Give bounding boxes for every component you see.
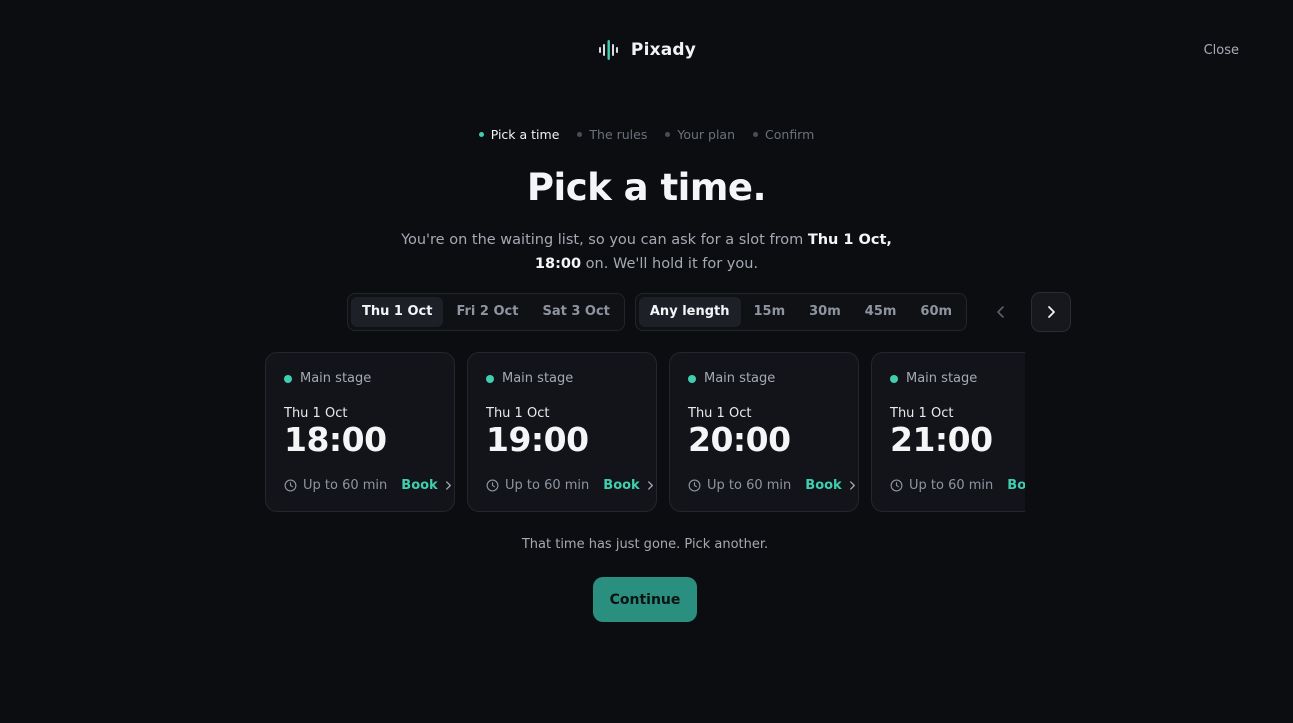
page-title: Pick a time. [526,166,767,209]
book-button[interactable]: Book [401,478,452,493]
slot-stage: Main stage [890,371,1025,386]
slot-stage: Main stage [284,371,436,386]
previous-slots-button[interactable] [981,292,1021,332]
step-label: The rules [589,127,648,142]
slot-time: 21:00 [890,420,993,459]
chevron-left-icon [997,306,1004,318]
stage-dot-icon [890,374,898,383]
clock-icon [284,479,297,492]
slot-duration: Up to 60 min [909,478,994,493]
slot-footer: Up to 60 min Book [284,478,451,493]
page-subtitle: You're on the waiting list, so you can a… [380,228,913,276]
subtitle-date: Thu 1 Oct, [807,232,892,248]
step-the-rules: The rules [577,127,647,142]
slot-date: Thu 1 Oct [486,406,550,421]
stage-dot-icon [688,374,696,383]
step-your-plan: Your plan [665,127,735,142]
book-button[interactable]: Book [805,478,856,493]
length-option-45m[interactable]: 45m [854,297,908,327]
slot-card[interactable]: Main stage Thu 1 Oct 19:00 Up to 60 min … [467,352,657,512]
length-option-15m[interactable]: 15m [743,297,797,327]
slot-footer: Up to 60 min Book [688,478,855,493]
slot-stage: Main stage [486,371,638,386]
slot-card[interactable]: Main stage Thu 1 Oct 20:00 Up to 60 min … [669,352,859,512]
error-message: That time has just gone. Pick another. [521,537,769,552]
stage-label: Main stage [906,371,978,386]
chevron-right-icon [1048,306,1055,318]
brand: Pixady [0,38,1293,62]
step-label: Confirm [765,127,815,142]
slot-time: 18:00 [284,420,387,459]
slot-carousel[interactable]: Main stage Thu 1 Oct 18:00 Up to 60 min … [265,352,1025,512]
slot-card[interactable]: Main stage Thu 1 Oct 18:00 Up to 60 min … [265,352,455,512]
step-pick-a-time: Pick a time [478,127,560,142]
step-confirm: Confirm [753,127,814,142]
step-dot [478,132,484,137]
booking-page: Pixady Close Pick a time The rules Your … [0,0,1293,723]
clock-icon [486,479,499,492]
step-dot [665,132,671,137]
clock-icon [688,479,701,492]
next-slots-button[interactable] [1031,292,1072,332]
chevron-right-icon [849,481,855,490]
stage-label: Main stage [704,371,776,386]
book-label: Book [1007,478,1025,493]
subtitle-time: 18:00 [534,256,582,272]
length-option-30m[interactable]: 30m [798,297,852,327]
brand-name: Pixady [630,40,697,60]
length-selector: Any length 15m 30m 45m 60m [634,293,968,331]
slot-footer: Up to 60 min Book [890,478,1025,493]
slot-stage: Main stage [688,371,840,386]
step-dot [577,132,583,137]
slot-card[interactable]: Main stage Thu 1 Oct 21:00 Up to 60 min … [871,352,1025,512]
chevron-right-icon [647,481,653,490]
step-label: Your plan [677,127,736,142]
stepper: Pick a time The rules Your plan Confirm [0,127,1293,142]
slot-date: Thu 1 Oct [890,406,954,421]
stage-label: Main stage [502,371,574,386]
slot-list: Main stage Thu 1 Oct 18:00 Up to 60 min … [265,352,1025,512]
stage-dot-icon [284,374,292,383]
book-button[interactable]: Book [603,478,654,493]
length-option-any[interactable]: Any length [638,297,741,327]
slot-duration: Up to 60 min [303,478,388,493]
slot-date: Thu 1 Oct [284,406,348,421]
step-dot [753,132,759,137]
slot-time: 19:00 [486,420,589,459]
book-label: Book [805,478,842,493]
subtitle-text: You're on the waiting list, so you can a… [401,232,808,248]
soundwave-logo-icon [598,40,618,60]
day-option-fri-2-oct[interactable]: Fri 2 Oct [445,297,529,327]
book-label: Book [603,478,640,493]
slot-duration: Up to 60 min [707,478,792,493]
length-option-60m[interactable]: 60m [909,297,963,327]
step-label: Pick a time [490,127,560,142]
day-option-thu-1-oct[interactable]: Thu 1 Oct [351,297,444,327]
filters-bar: Thu 1 Oct Fri 2 Oct Sat 3 Oct Any length… [347,292,1072,332]
day-selector: Thu 1 Oct Fri 2 Oct Sat 3 Oct [347,293,625,331]
book-button[interactable]: Book [1007,478,1025,493]
chevron-right-icon [445,481,451,490]
close-button[interactable]: Close [1204,43,1239,58]
clock-icon [890,479,903,492]
day-option-sat-3-oct[interactable]: Sat 3 Oct [531,297,620,327]
continue-button[interactable]: Continue [593,577,697,622]
slot-footer: Up to 60 min Book [486,478,653,493]
subtitle-text-end: on. We'll hold it for you. [581,256,759,272]
slot-time: 20:00 [688,420,791,459]
slot-duration: Up to 60 min [505,478,590,493]
book-label: Book [401,478,438,493]
stage-label: Main stage [300,371,372,386]
stage-dot-icon [486,374,494,383]
slot-date: Thu 1 Oct [688,406,752,421]
